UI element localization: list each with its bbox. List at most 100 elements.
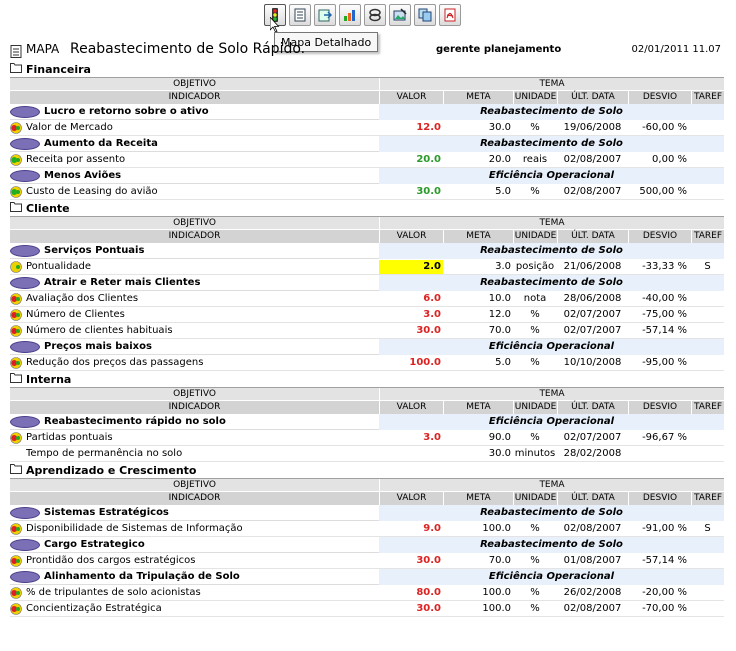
indicator-data: 02/07/2007 — [563, 325, 622, 336]
chart-icon — [344, 10, 355, 21]
objective-row[interactable]: Serviços Pontuais Reabastecimento de Solo — [10, 242, 724, 259]
objective-name[interactable]: Atrair e Reter mais Clientes — [44, 277, 379, 288]
indicator-desvio: -57,14 % — [642, 325, 687, 336]
indicator-desvio: -60,00 % — [642, 122, 687, 133]
indicator-row[interactable]: Disponibilidade de Sistemas de Informaçã… — [10, 521, 724, 537]
indicator-name[interactable]: Número de Clientes — [26, 309, 379, 320]
indicator-tarefa[interactable]: S — [691, 261, 724, 272]
objective-row[interactable]: Alinhamento da Tripulação de Solo Eficiên… — [10, 568, 724, 585]
perspective-name: Financeira — [26, 62, 91, 76]
objective-name[interactable]: Serviços Pontuais — [44, 245, 379, 256]
indicator-tarefa[interactable]: S — [691, 523, 724, 534]
objective-row[interactable]: Aumento da Receita Reabastecimento de Sol… — [10, 135, 724, 152]
objective-name[interactable]: Cargo Estrategico — [44, 539, 379, 550]
indicator-row[interactable]: Concientização Estratégica 30.0 100.0% 02/0… — [10, 601, 724, 617]
folder-icon — [10, 201, 22, 215]
indicator-data: 01/08/2007 — [563, 555, 622, 566]
perspective-name: Cliente — [26, 201, 70, 215]
indicator-name[interactable]: Tempo de permanência no solo — [26, 448, 379, 459]
indicator-row[interactable]: Tempo de permanência no solo 30.0 minutos 2… — [10, 446, 724, 462]
image-edit-button[interactable] — [389, 4, 411, 26]
indicator-name[interactable]: Número de clientes habituais — [26, 325, 379, 336]
objective-row[interactable]: Cargo Estrategico Reabastecimento de Solo — [10, 536, 724, 553]
pdf-button[interactable] — [439, 4, 461, 26]
objective-oval-icon — [10, 105, 40, 118]
objective-name[interactable]: Alinhamento da Tripulação de Solo — [44, 571, 379, 582]
indicator-row[interactable]: Redução dos preços das passagens 100.0 5.0… — [10, 355, 724, 371]
column-header-unidade: UNIDADE — [513, 91, 557, 104]
indicator-name[interactable]: Disponibilidade de Sistemas de Informaçã… — [26, 523, 379, 534]
indicator-data: 28/02/2008 — [563, 448, 622, 459]
status-light-icon — [10, 356, 22, 369]
indicator-row[interactable]: Receita por assento 20.0 20.0 reais 02/08/20… — [10, 152, 724, 168]
chart-button[interactable] — [339, 4, 361, 26]
link-button[interactable] — [364, 4, 386, 26]
indicator-row[interactable]: Número de Clientes 3.0 12.0% 02/07/2007 -75,… — [10, 307, 724, 323]
objective-oval-icon — [10, 244, 40, 257]
indicator-row[interactable]: Prontidão dos cargos estratégicos 30.0 70.… — [10, 553, 724, 569]
indicator-row[interactable]: Partidas pontuais 3.0 90.0% 02/07/2007 -96,6… — [10, 430, 724, 446]
objective-row[interactable]: Reabastecimento rápido no solo Eficiência… — [10, 413, 724, 430]
export-button[interactable] — [314, 4, 336, 26]
column-header-desvio: DESVIO — [628, 230, 691, 243]
column-header-ult-data: ÚLT. DATA — [557, 91, 628, 104]
folder-icon — [10, 463, 22, 477]
column-header-tarefa: TAREF — [691, 492, 724, 505]
indicator-unidade: % — [530, 603, 540, 614]
indicator-row[interactable]: Valor de Mercado 12.0 30.0% 19/06/2008 -60,0… — [10, 120, 724, 136]
copy-button[interactable] — [414, 4, 436, 26]
indicator-unidade: % — [530, 186, 540, 197]
column-header-ult-data: ÚLT. DATA — [557, 492, 628, 505]
indicator-desvio: -95,00 % — [642, 357, 687, 368]
column-header-unidade: UNIDADE — [513, 230, 557, 243]
objective-row[interactable]: Atrair e Reter mais Clientes Reabastecime… — [10, 274, 724, 291]
objective-name[interactable]: Lucro e retorno sobre o ativo — [44, 106, 379, 117]
indicator-unidade: % — [530, 523, 540, 534]
document-button[interactable] — [289, 4, 311, 26]
document-icon — [10, 45, 22, 58]
indicator-name[interactable]: % de tripulantes de solo acionistas — [26, 587, 379, 598]
objective-name[interactable]: Aumento da Receita — [44, 138, 379, 149]
indicator-name[interactable]: Custo de Leasing do avião — [26, 186, 379, 197]
column-header-valor: VALOR — [379, 91, 443, 104]
indicator-name[interactable]: Concientização Estratégica — [26, 603, 379, 614]
objective-name[interactable]: Menos Aviões — [44, 170, 379, 181]
objective-row[interactable]: Preços mais baixos Eficiência Operacional — [10, 338, 724, 355]
indicator-name[interactable]: Pontualidade — [26, 261, 379, 272]
folder-icon — [10, 372, 22, 386]
status-light-icon — [10, 308, 22, 321]
objective-row[interactable]: Lucro e retorno sobre o ativo Reabastecim… — [10, 103, 724, 120]
objective-name[interactable]: Reabastecimento rápido no solo — [44, 416, 379, 427]
objective-row[interactable]: Menos Aviões Eficiência Operacional — [10, 167, 724, 184]
indicator-meta: 10.0 — [488, 293, 511, 304]
indicator-name[interactable]: Receita por assento — [26, 154, 379, 165]
indicator-name[interactable]: Partidas pontuais — [26, 432, 379, 443]
indicator-row[interactable]: Avaliação dos Clientes 6.0 10.0 nota 28/06/2… — [10, 291, 724, 307]
indicator-name[interactable]: Redução dos preços das passagens — [26, 357, 379, 368]
objective-tema: Eficiência Operacional — [379, 338, 724, 355]
indicator-row[interactable]: Número de clientes habituais 30.0 70.0% 02/… — [10, 323, 724, 339]
column-header-valor: VALOR — [379, 230, 443, 243]
indicator-valor: 6.0 — [423, 292, 441, 304]
objective-name[interactable]: Preços mais baixos — [44, 341, 379, 352]
column-header-row-1: OBJETIVO TEMA — [10, 388, 724, 401]
column-header-row-1: OBJETIVO TEMA — [10, 217, 724, 230]
mouse-cursor-icon — [270, 17, 280, 33]
column-header-objetivo: OBJETIVO — [173, 218, 216, 228]
objective-name[interactable]: Sistemas Estratégicos — [44, 507, 379, 518]
indicator-name[interactable]: Avaliação dos Clientes — [26, 293, 379, 304]
status-light-icon — [10, 324, 22, 337]
indicator-row[interactable]: Custo de Leasing do avião 30.0 5.0% 02/08/2… — [10, 184, 724, 200]
indicator-row[interactable]: % de tripulantes de solo acionistas 80.0 1… — [10, 585, 724, 601]
objective-row[interactable]: Sistemas Estratégicos Reabastecimento de … — [10, 504, 724, 521]
objective-tema: Eficiência Operacional — [379, 568, 724, 585]
perspective-header: Interna — [10, 371, 724, 388]
indicator-row[interactable]: Pontualidade 2.0 3.0 posição 21/06/2008 -33,3… — [10, 259, 724, 275]
folder-icon — [10, 62, 22, 76]
indicator-data: 19/06/2008 — [563, 122, 622, 133]
objective-oval-icon — [10, 538, 40, 551]
indicator-name[interactable]: Valor de Mercado — [26, 122, 379, 133]
indicator-data: 10/10/2008 — [563, 357, 622, 368]
indicator-name[interactable]: Prontidão dos cargos estratégicos — [26, 555, 379, 566]
image-edit-icon — [393, 8, 407, 21]
